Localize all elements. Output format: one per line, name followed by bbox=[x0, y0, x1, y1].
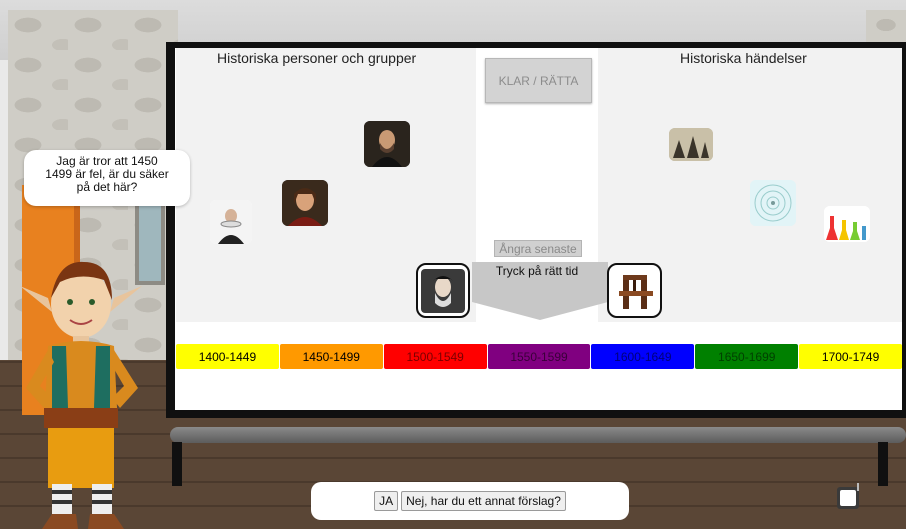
answer-bar: JA Nej, har du ett annat förslag? bbox=[311, 482, 629, 520]
timeline-cell-1650[interactable]: 1650-1699 bbox=[695, 344, 799, 369]
selected-person-card[interactable] bbox=[416, 263, 470, 318]
portrait-icon[interactable] bbox=[364, 121, 410, 167]
bubble-chamber-icon[interactable] bbox=[750, 180, 796, 226]
timeline: 1400-1449 1450-1499 1500-1549 1550-1599 … bbox=[176, 344, 903, 369]
flasks-icon[interactable] bbox=[824, 206, 870, 242]
check-button[interactable]: KLAR / RÄTTA bbox=[485, 58, 592, 103]
selected-event-card[interactable] bbox=[607, 263, 662, 318]
timeline-cell-1450[interactable]: 1450-1499 bbox=[279, 344, 383, 369]
timeline-cell-1600[interactable]: 1600-1649 bbox=[591, 344, 695, 369]
instruction-text: Tryck på rätt tid bbox=[495, 264, 579, 278]
timeline-cell-1500[interactable]: 1500-1549 bbox=[383, 344, 487, 369]
undo-button[interactable]: Ångra senaste bbox=[494, 240, 582, 257]
printing-press-icon bbox=[612, 268, 657, 313]
board-rail bbox=[170, 427, 906, 443]
portrait-icon bbox=[421, 268, 465, 313]
timeline-cell-1550[interactable]: 1550-1599 bbox=[487, 344, 591, 369]
elf-character bbox=[20, 261, 142, 529]
timeline-cell-1400[interactable]: 1400-1449 bbox=[176, 344, 279, 369]
yes-button[interactable]: JA bbox=[374, 491, 399, 511]
board-leg-right bbox=[878, 442, 888, 486]
events-heading: Historiska händelser bbox=[680, 50, 807, 66]
portrait-icon[interactable] bbox=[210, 200, 252, 244]
persons-heading: Historiska personer och grupper bbox=[217, 50, 417, 66]
engraving-icon[interactable] bbox=[669, 128, 713, 161]
portrait-icon[interactable] bbox=[282, 180, 328, 226]
no-button[interactable]: Nej, har du ett annat förslag? bbox=[401, 491, 566, 511]
board-leg-left bbox=[172, 442, 182, 486]
timeline-cell-1700[interactable]: 1700-1749 bbox=[799, 344, 903, 369]
speech-bubble: Jag är tror att 1450 1499 är fel, är du … bbox=[24, 150, 190, 206]
door-exit-icon[interactable] bbox=[835, 483, 863, 511]
